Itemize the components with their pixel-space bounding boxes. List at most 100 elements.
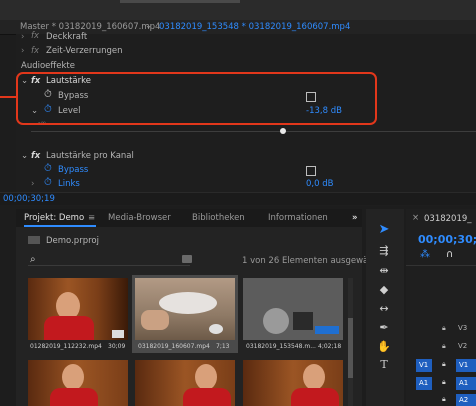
device-image xyxy=(209,324,223,334)
lock-icon[interactable]: 🔒︎ xyxy=(442,342,446,351)
type-tool-icon[interactable]: T xyxy=(375,358,393,372)
red-shirt-image xyxy=(44,316,94,340)
fx-icon: fx xyxy=(31,31,40,41)
clip-thumbnail[interactable] xyxy=(243,360,343,406)
track-label-v2: V2 xyxy=(458,342,468,350)
person-image xyxy=(62,364,84,390)
fx-icon[interactable]: fx xyxy=(31,151,40,161)
track-target-a1[interactable]: A1 xyxy=(456,377,476,390)
hamburger-icon[interactable]: ≡ xyxy=(88,213,95,223)
clip-duration: 7;13 xyxy=(216,343,230,350)
clip-thumbnail[interactable] xyxy=(28,360,128,406)
ec-timecode[interactable]: 00;00;30;19 xyxy=(3,194,55,204)
links-row[interactable]: › ⏱ Links 0,0 dB xyxy=(16,177,476,192)
audioeffekte-heading: Audioeffekte xyxy=(21,61,75,71)
timeline-timecode[interactable]: 00;00;30; xyxy=(418,233,476,246)
tab-media-browser[interactable]: Media-Browser xyxy=(108,213,171,223)
highlight-frame xyxy=(16,72,377,125)
object-image xyxy=(293,312,313,330)
tab-informationen[interactable]: Informationen xyxy=(268,213,328,223)
track-label-v1: V1 xyxy=(459,361,469,369)
red-shirt-image xyxy=(183,388,231,406)
person-image xyxy=(303,364,325,390)
track-label-v3: V3 xyxy=(458,324,468,332)
clip-duration: 30;09 xyxy=(108,343,126,350)
panel-tab-indicator xyxy=(120,0,240,3)
ripple-edit-tool-icon[interactable]: ⇹ xyxy=(375,264,393,278)
track-select-tool-icon[interactable]: ⇶ xyxy=(375,244,393,258)
red-shirt-image xyxy=(291,388,339,406)
tab-projekt[interactable]: Projekt: Demo xyxy=(24,213,84,223)
timeline-panel: × 03182019_ 00;00;30; ⁂ ∩ 🔒︎ V3 🔒︎ V2 V1… xyxy=(406,209,476,406)
lock-icon[interactable]: 🔒︎ xyxy=(442,395,446,404)
lock-icon[interactable]: 🔒︎ xyxy=(442,324,446,333)
bypass2-row[interactable]: ⏱ Bypass xyxy=(16,163,476,178)
clip-duration: 4;02;18 xyxy=(318,343,342,350)
zeit-verzerrung-row[interactable]: › fx Zeit-Verzerrungen xyxy=(16,44,476,59)
slip-tool-icon[interactable]: ↔ xyxy=(375,302,393,316)
clip-thumbnail[interactable] xyxy=(135,360,235,406)
track-target-v1[interactable]: V1 xyxy=(456,359,476,372)
active-tab-underline xyxy=(24,225,96,227)
chevron-right-icon[interactable]: › xyxy=(31,179,34,189)
stopwatch-icon[interactable]: ⏱ xyxy=(44,163,52,174)
source-patch-a1[interactable]: A1 xyxy=(416,377,432,390)
lock-icon[interactable]: 🔒︎ xyxy=(442,378,446,387)
sequence-clip-label[interactable]: 03182019_153548 * 03182019_160607.mp4 xyxy=(159,22,350,32)
lautstaerke-kanal-row[interactable]: ⌄ fx Lautstärke pro Kanal xyxy=(16,149,476,164)
clip-name: 03182019_153548.m... xyxy=(246,343,316,350)
clip-name: 03182019_160607.mp4 xyxy=(138,343,210,350)
project-file-name: Demo.prproj xyxy=(46,236,99,246)
video-badge-icon xyxy=(112,330,124,338)
chevron-down-icon[interactable]: ⌄ xyxy=(145,21,152,31)
project-tab-bar: Projekt: Demo ≡ Media-Browser Bibliothek… xyxy=(16,209,362,227)
tab-bibliotheken[interactable]: Bibliotheken xyxy=(192,213,245,223)
bypass2-label: Bypass xyxy=(58,165,89,175)
clip-thumbnail[interactable] xyxy=(243,278,343,340)
person-image xyxy=(195,364,217,390)
source-patch-v1[interactable]: V1 xyxy=(416,359,432,372)
deckkraft-label: Deckkraft xyxy=(46,32,88,42)
search-input[interactable] xyxy=(28,265,190,266)
hand-tool-icon[interactable]: ✋ xyxy=(375,340,393,354)
object-image xyxy=(263,308,289,334)
snap-icon[interactable]: ⁂ xyxy=(420,249,430,260)
clip-thumbnail[interactable] xyxy=(28,278,128,340)
scrollbar-thumb[interactable] xyxy=(348,318,353,378)
more-panels-button[interactable]: » xyxy=(352,213,358,223)
project-scrollbar[interactable] xyxy=(348,278,353,406)
device-image xyxy=(159,292,217,314)
master-clip-label[interactable]: Master * 03182019_160607.mp4 xyxy=(20,22,160,32)
folder-icon xyxy=(28,236,40,244)
pen-tool-icon[interactable]: ✒ xyxy=(375,321,393,335)
track-target-a2[interactable]: A2 xyxy=(456,394,476,406)
selection-tool-icon[interactable]: ➤ xyxy=(375,222,393,237)
chevron-right-icon[interactable]: › xyxy=(21,32,24,42)
links-value[interactable]: 0,0 dB xyxy=(306,179,333,189)
hand-image xyxy=(141,310,169,330)
level-slider-handle[interactable] xyxy=(280,128,286,134)
clip-thumbnail[interactable] xyxy=(135,278,235,340)
linked-selection-icon[interactable]: ∩ xyxy=(446,249,453,260)
zeit-verzerrung-label: Zeit-Verzerrungen xyxy=(46,46,123,56)
razor-tool-icon[interactable]: ◆ xyxy=(375,283,393,297)
chevron-right-icon[interactable]: › xyxy=(21,46,24,56)
source-patch-label: V1 xyxy=(419,361,429,369)
source-patch-label: A1 xyxy=(419,379,429,387)
track-label-a1: A1 xyxy=(459,379,469,387)
fx-icon: fx xyxy=(31,46,40,56)
level-slider-track[interactable] xyxy=(31,131,476,132)
new-bin-icon[interactable] xyxy=(182,255,192,263)
sequence-title[interactable]: 03182019_ xyxy=(424,214,472,224)
close-icon[interactable]: × xyxy=(412,213,419,223)
timecode-bar: 00;00;30;19 xyxy=(0,192,476,205)
chevron-down-icon[interactable]: ⌄ xyxy=(21,151,28,161)
search-icon[interactable]: ⌕ xyxy=(30,254,36,265)
audio-video-badge-icon xyxy=(315,326,339,334)
lock-icon[interactable]: 🔒︎ xyxy=(442,360,446,369)
stopwatch-icon[interactable]: ⏱ xyxy=(44,177,52,188)
lautstaerke-kanal-label: Lautstärke pro Kanal xyxy=(46,151,134,161)
top-panel-strip xyxy=(0,0,476,20)
track-label-a2: A2 xyxy=(459,396,469,404)
bypass2-checkbox[interactable] xyxy=(306,166,316,176)
